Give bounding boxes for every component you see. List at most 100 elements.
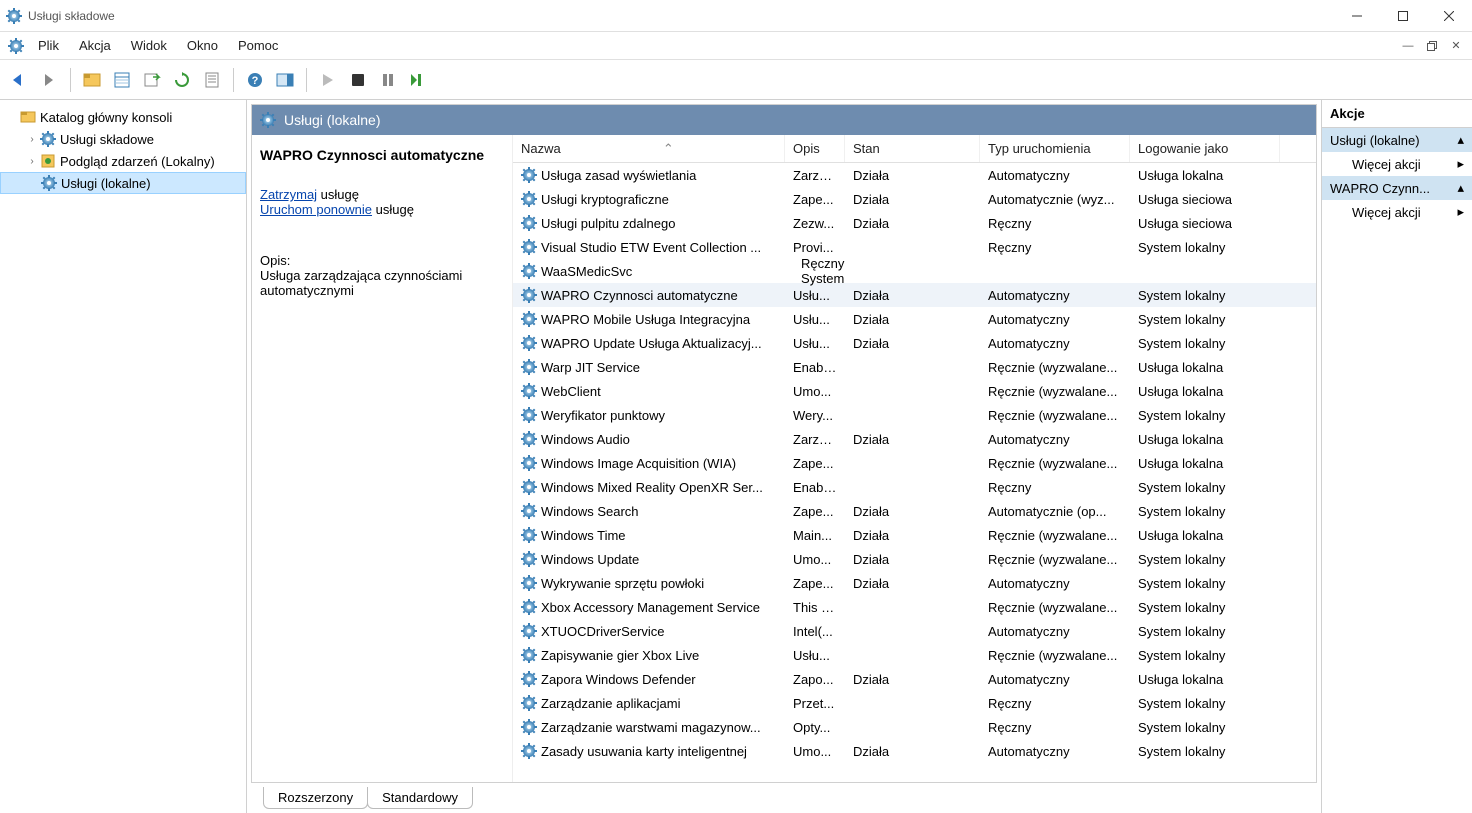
col-name[interactable]: Nazwa⌃ bbox=[513, 135, 785, 162]
service-row[interactable]: WebClientUmo...Ręcznie (wyzwalane...Usłu… bbox=[513, 379, 1316, 403]
service-typ: Ręcznie (wyzwalane... bbox=[980, 600, 1130, 615]
service-row[interactable]: Windows SearchZape...DziałaAutomatycznie… bbox=[513, 499, 1316, 523]
actions-more-1[interactable]: Więcej akcji▸ bbox=[1322, 152, 1472, 176]
service-row[interactable]: Weryfikator punktowyWery...Ręcznie (wyzw… bbox=[513, 403, 1316, 427]
service-row[interactable]: Usługa zasad wyświetlaniaZarzą...DziałaA… bbox=[513, 163, 1316, 187]
service-row[interactable]: Zarządzanie aplikacjamiPrzet...RęcznySys… bbox=[513, 691, 1316, 715]
actions-section-selected[interactable]: WAPRO Czynn...▴ bbox=[1322, 176, 1472, 200]
collapse-icon: ▴ bbox=[1457, 132, 1464, 148]
nav-forward-button[interactable] bbox=[36, 67, 62, 93]
service-stan: Działa bbox=[845, 672, 980, 687]
service-row[interactable]: Zasady usuwania karty inteligentnejUmo..… bbox=[513, 739, 1316, 763]
service-row[interactable]: XTUOCDriverServiceIntel(...AutomatycznyS… bbox=[513, 619, 1316, 643]
menu-akcja[interactable]: Akcja bbox=[69, 34, 121, 57]
service-name: Warp JIT Service bbox=[541, 360, 640, 375]
service-row[interactable]: WAPRO Mobile Usługa IntegracyjnaUsłu...D… bbox=[513, 307, 1316, 331]
stop-service-link[interactable]: Zatrzymaj bbox=[260, 187, 317, 202]
service-row[interactable]: Windows Image Acquisition (WIA)Zape...Rę… bbox=[513, 451, 1316, 475]
stop-service-button[interactable] bbox=[345, 67, 371, 93]
description-text: Usługa zarządzająca czynnościami automat… bbox=[260, 268, 504, 298]
show-hide-tree-button[interactable] bbox=[79, 67, 105, 93]
service-opis: Usłu... bbox=[785, 288, 845, 303]
refresh-button[interactable] bbox=[169, 67, 195, 93]
service-row[interactable]: Usługi pulpitu zdalnegoZezw...DziałaRęcz… bbox=[513, 211, 1316, 235]
export-list-button[interactable] bbox=[139, 67, 165, 93]
minimize-button[interactable] bbox=[1334, 0, 1380, 32]
service-typ: Automatycznie (op... bbox=[980, 504, 1130, 519]
col-log[interactable]: Logowanie jako bbox=[1130, 135, 1280, 162]
menu-widok[interactable]: Widok bbox=[121, 34, 177, 57]
menu-okno[interactable]: Okno bbox=[177, 34, 228, 57]
service-log: System lokalny bbox=[1130, 504, 1280, 519]
service-row[interactable]: WaaSMedicSvcRęcznySystem lokalny bbox=[513, 259, 1316, 283]
restart-service-button[interactable] bbox=[405, 67, 431, 93]
mdi-close-button[interactable]: ✕ bbox=[1445, 36, 1467, 56]
service-name: Visual Studio ETW Event Collection ... bbox=[541, 240, 761, 255]
col-typ[interactable]: Typ uruchomienia bbox=[980, 135, 1130, 162]
mdi-restore-button[interactable] bbox=[1421, 36, 1443, 56]
service-log: Usługa sieciowa bbox=[1130, 216, 1280, 231]
service-opis: Usłu... bbox=[785, 312, 845, 327]
service-name: Zarządzanie aplikacjami bbox=[541, 696, 680, 711]
tab-extended[interactable]: Rozszerzony bbox=[263, 787, 368, 809]
show-actions-button[interactable] bbox=[272, 67, 298, 93]
help-button[interactable]: ? bbox=[242, 67, 268, 93]
tree-item[interactable]: ›Podgląd zdarzeń (Lokalny) bbox=[0, 150, 246, 172]
service-opis: Zarzą... bbox=[785, 168, 845, 183]
service-row[interactable]: Windows TimeMain...DziałaRęcznie (wyzwal… bbox=[513, 523, 1316, 547]
service-row[interactable]: Zapisywanie gier Xbox LiveUsłu...Ręcznie… bbox=[513, 643, 1316, 667]
service-row[interactable]: Zapora Windows DefenderZapo...DziałaAuto… bbox=[513, 667, 1316, 691]
service-opis: Opty... bbox=[785, 720, 845, 735]
expand-icon[interactable]: › bbox=[24, 134, 40, 145]
tree-item[interactable]: Usługi (lokalne) bbox=[0, 172, 246, 194]
gear-icon bbox=[260, 112, 276, 128]
service-row[interactable]: Visual Studio ETW Event Collection ...Pr… bbox=[513, 235, 1316, 259]
expand-icon[interactable]: › bbox=[24, 156, 40, 167]
service-row[interactable]: Windows Mixed Reality OpenXR Ser...Enabl… bbox=[513, 475, 1316, 499]
tree-root[interactable]: Katalog główny konsoli bbox=[0, 106, 246, 128]
menu-plik[interactable]: Plik bbox=[28, 34, 69, 57]
maximize-button[interactable] bbox=[1380, 0, 1426, 32]
service-typ: Ręczny bbox=[980, 696, 1130, 711]
mdi-minimize-button[interactable]: — bbox=[1397, 36, 1419, 56]
actions-section-services[interactable]: Usługi (lokalne)▴ bbox=[1322, 128, 1472, 152]
gear-icon bbox=[521, 671, 537, 687]
properties-button[interactable] bbox=[109, 67, 135, 93]
tree-item[interactable]: ›Usługi składowe bbox=[0, 128, 246, 150]
properties-sheet-button[interactable] bbox=[199, 67, 225, 93]
service-opis: Main... bbox=[785, 528, 845, 543]
col-opis[interactable]: Opis bbox=[785, 135, 845, 162]
restart-service-link[interactable]: Uruchom ponownie bbox=[260, 202, 372, 217]
actions-more-2[interactable]: Więcej akcji▸ bbox=[1322, 200, 1472, 224]
service-row[interactable]: Warp JIT ServiceEnabl...Ręcznie (wyzwala… bbox=[513, 355, 1316, 379]
service-name: Windows Mixed Reality OpenXR Ser... bbox=[541, 480, 763, 495]
start-service-button[interactable] bbox=[315, 67, 341, 93]
nav-back-button[interactable] bbox=[6, 67, 32, 93]
service-name: XTUOCDriverService bbox=[541, 624, 665, 639]
service-opis: Przet... bbox=[785, 696, 845, 711]
service-row[interactable]: Wykrywanie sprzętu powłokiZape...DziałaA… bbox=[513, 571, 1316, 595]
service-log: System lokalny bbox=[1130, 648, 1280, 663]
menu-pomoc[interactable]: Pomoc bbox=[228, 34, 288, 57]
service-opis: RęcznySystem lokalny bbox=[785, 256, 845, 286]
service-name: Usługa zasad wyświetlania bbox=[541, 168, 696, 183]
col-stan[interactable]: Stan bbox=[845, 135, 980, 162]
gear-icon bbox=[521, 407, 537, 423]
service-row[interactable]: WAPRO Update Usługa Aktualizacyj...Usłu.… bbox=[513, 331, 1316, 355]
bottom-tabs: Rozszerzony Standardowy bbox=[251, 783, 1317, 809]
service-row[interactable]: Zarządzanie warstwami magazynow...Opty..… bbox=[513, 715, 1316, 739]
service-log: System lokalny bbox=[1130, 336, 1280, 351]
service-row[interactable]: Windows UpdateUmo...DziałaRęcznie (wyzwa… bbox=[513, 547, 1316, 571]
service-name: Weryfikator punktowy bbox=[541, 408, 665, 423]
service-row[interactable]: Xbox Accessory Management ServiceThis s.… bbox=[513, 595, 1316, 619]
service-typ: Ręcznie (wyzwalane... bbox=[980, 456, 1130, 471]
close-button[interactable] bbox=[1426, 0, 1472, 32]
tab-standard[interactable]: Standardowy bbox=[367, 787, 473, 809]
service-row[interactable]: Usługi kryptograficzneZape...DziałaAutom… bbox=[513, 187, 1316, 211]
service-log: System lokalny bbox=[1130, 720, 1280, 735]
service-row[interactable]: WAPRO Czynnosci automatyczneUsłu...Dział… bbox=[513, 283, 1316, 307]
service-row[interactable]: Windows AudioZarzą...DziałaAutomatycznyU… bbox=[513, 427, 1316, 451]
service-log: Usługa sieciowa bbox=[1130, 192, 1280, 207]
restart-suffix: usługę bbox=[372, 202, 414, 217]
pause-service-button[interactable] bbox=[375, 67, 401, 93]
